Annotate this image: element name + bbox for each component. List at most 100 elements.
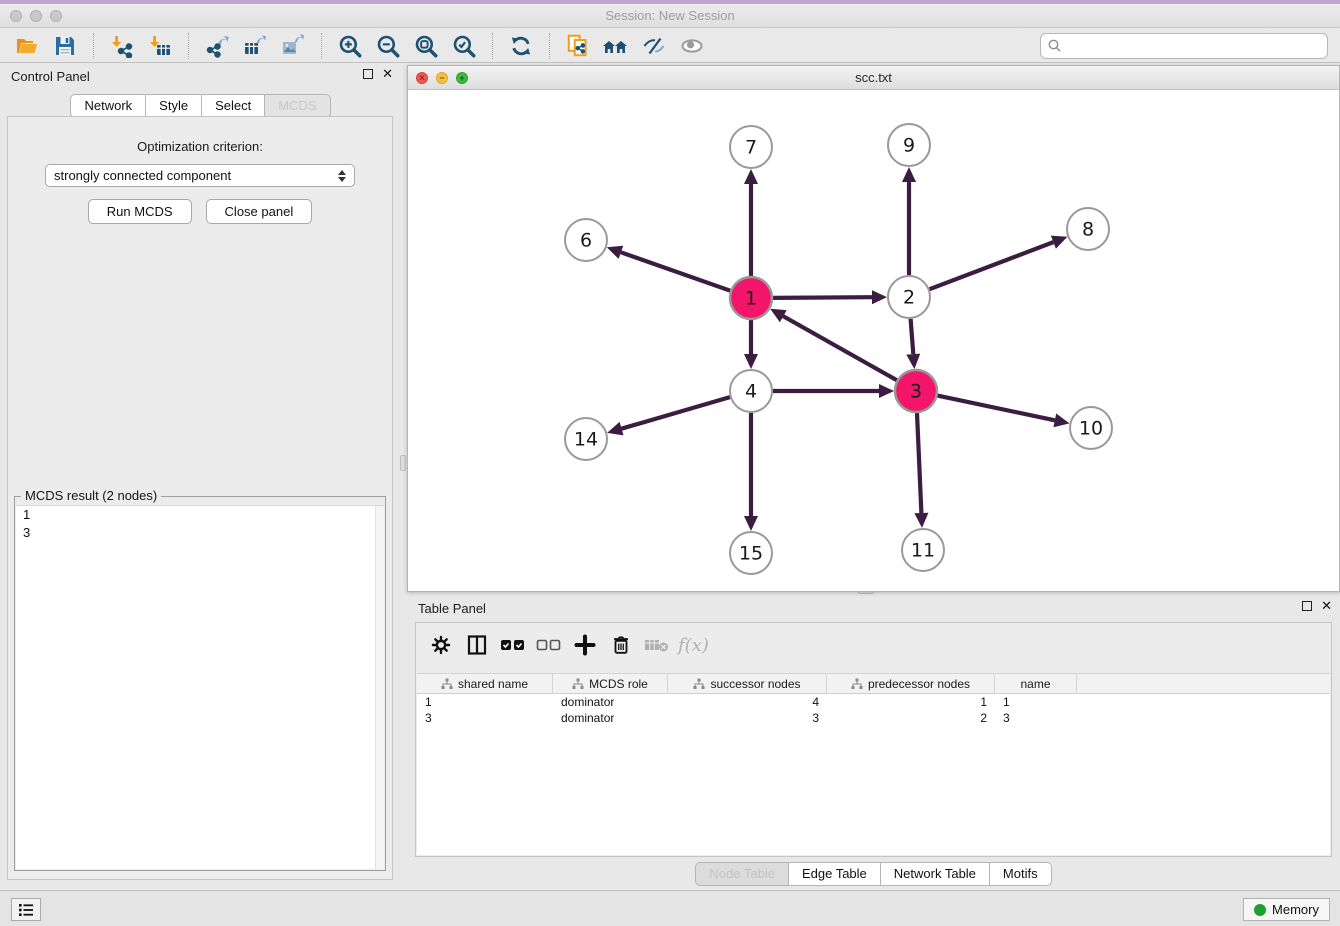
graph-node-label: 1: [745, 288, 757, 310]
export-network-icon[interactable]: [201, 31, 233, 61]
zoom-selected-glyph: [451, 33, 477, 59]
float-panel-icon[interactable]: [363, 69, 373, 79]
cell-successor-nodes[interactable]: 3: [668, 710, 827, 726]
column-header-predecessor-nodes[interactable]: predecessor nodes: [827, 674, 995, 693]
cell-name[interactable]: 3: [995, 710, 1077, 726]
zoom-in-icon[interactable]: [334, 31, 366, 61]
close-table-panel-icon[interactable]: ✕: [1321, 600, 1332, 612]
column-header-mcds-role[interactable]: MCDS role: [553, 674, 668, 693]
table-header-row: shared name MCDS role successor nodes pr…: [417, 673, 1330, 694]
network-graph: 7968124314101511: [408, 91, 1339, 591]
table-settings-icon[interactable]: [426, 630, 456, 660]
graph-edge-arrowhead: [744, 169, 758, 184]
zoom-selected-icon[interactable]: [448, 31, 480, 61]
column-header-successor-nodes[interactable]: successor nodes: [668, 674, 827, 693]
open-file-icon[interactable]: [11, 31, 43, 61]
tab-node-table[interactable]: Node Table: [695, 862, 789, 886]
zoom-out-glyph: [375, 33, 401, 59]
graph-node-label: 14: [574, 429, 598, 451]
graph-edge-3-1[interactable]: [783, 316, 897, 380]
graph-node-label: 2: [903, 287, 915, 309]
column-header-shared-name[interactable]: shared name: [417, 674, 553, 693]
cell-shared-name[interactable]: 3: [417, 710, 553, 726]
show-graphics-details-icon[interactable]: [676, 31, 708, 61]
attribute-type-icon: [693, 678, 705, 690]
graph-edge-3-11[interactable]: [917, 413, 921, 513]
vertical-splitter-handle[interactable]: [400, 455, 406, 471]
cell-predecessor-nodes[interactable]: 2: [827, 710, 995, 726]
network-view-window: ✕ − + scc.txt 7968124314101511: [407, 65, 1340, 592]
refresh-view-icon[interactable]: [505, 31, 537, 61]
eye-slash-glyph: [641, 34, 667, 58]
tab-select[interactable]: Select: [202, 94, 265, 118]
split-table-icon: [465, 633, 489, 657]
cell-mcds-role[interactable]: dominator: [553, 710, 668, 726]
maximize-network-button[interactable]: +: [456, 72, 468, 84]
mcds-result-list[interactable]: 1 3: [16, 505, 384, 869]
cell-successor-nodes[interactable]: 4: [668, 694, 827, 710]
hide-graphics-details-icon[interactable]: [638, 31, 670, 61]
run-mcds-button[interactable]: Run MCDS: [88, 199, 192, 224]
column-visibility-icon[interactable]: [462, 630, 492, 660]
delete-row-icon[interactable]: [606, 630, 636, 660]
dropdown-value: strongly connected component: [54, 168, 338, 183]
graph-edge-1-6[interactable]: [621, 252, 730, 290]
tab-edge-table[interactable]: Edge Table: [789, 862, 881, 886]
minimize-network-button[interactable]: −: [436, 72, 448, 84]
folder-open-icon: [14, 34, 40, 58]
cell-mcds-role[interactable]: dominator: [553, 694, 668, 710]
duplicate-network-icon[interactable]: [562, 31, 594, 61]
maximize-window-button[interactable]: [50, 10, 62, 22]
add-row-icon[interactable]: [570, 630, 600, 660]
cell-shared-name[interactable]: 1: [417, 694, 553, 710]
toolbar-separator: [93, 33, 94, 59]
zoom-fit-icon[interactable]: [410, 31, 442, 61]
save-session-icon[interactable]: [49, 31, 81, 61]
network-canvas[interactable]: 7968124314101511: [408, 91, 1339, 591]
toolbar-separator: [492, 33, 493, 59]
optimization-criterion-dropdown[interactable]: strongly connected component: [45, 164, 355, 187]
export-table-icon[interactable]: [239, 31, 271, 61]
delete-table-icon[interactable]: [642, 630, 672, 660]
main-titlebar: Session: New Session: [0, 4, 1340, 28]
table-row[interactable]: 3 dominator 3 2 3: [417, 710, 1330, 726]
tab-network[interactable]: Network: [70, 94, 146, 118]
close-network-button[interactable]: ✕: [416, 72, 428, 84]
toolbar-separator: [321, 33, 322, 59]
deselect-all-icon[interactable]: [534, 630, 564, 660]
cell-name[interactable]: 1: [995, 694, 1077, 710]
close-window-button[interactable]: [10, 10, 22, 22]
open-ndex-icon[interactable]: [600, 31, 632, 61]
import-table-icon[interactable]: [144, 31, 176, 61]
table-row[interactable]: 1 dominator 4 1 1: [417, 694, 1330, 710]
float-table-panel-icon[interactable]: [1302, 601, 1312, 611]
graph-node-label: 6: [580, 230, 592, 252]
unchecked-boxes-icon: [536, 636, 562, 654]
tab-network-table[interactable]: Network Table: [881, 862, 990, 886]
memory-button[interactable]: Memory: [1243, 898, 1330, 921]
minimize-window-button[interactable]: [30, 10, 42, 22]
function-builder-icon[interactable]: f(x): [678, 635, 709, 656]
graph-edge-2-3[interactable]: [911, 319, 914, 354]
graph-edge-3-10[interactable]: [938, 396, 1055, 421]
task-history-button[interactable]: [11, 898, 41, 921]
tab-motifs[interactable]: Motifs: [990, 862, 1052, 886]
search-input[interactable]: [1063, 36, 1327, 56]
result-scrollbar[interactable]: [375, 506, 384, 869]
import-network-icon[interactable]: [106, 31, 138, 61]
network-title: scc.txt: [408, 66, 1339, 89]
graph-edge-1-2[interactable]: [773, 297, 872, 298]
mcds-panel: Optimization criterion: strongly connect…: [7, 116, 393, 880]
column-header-name[interactable]: name: [995, 674, 1077, 693]
close-panel-button[interactable]: Close panel: [206, 199, 313, 224]
graph-edge-2-8[interactable]: [930, 242, 1054, 289]
close-panel-icon[interactable]: ✕: [382, 68, 393, 80]
graph-edge-4-14[interactable]: [622, 397, 730, 429]
cell-predecessor-nodes[interactable]: 1: [827, 694, 995, 710]
zoom-out-icon[interactable]: [372, 31, 404, 61]
tab-style[interactable]: Style: [146, 94, 202, 118]
select-all-icon[interactable]: [498, 630, 528, 660]
graph-edge-arrowhead: [902, 167, 916, 182]
tab-mcds[interactable]: MCDS: [265, 94, 330, 118]
export-image-icon[interactable]: [277, 31, 309, 61]
